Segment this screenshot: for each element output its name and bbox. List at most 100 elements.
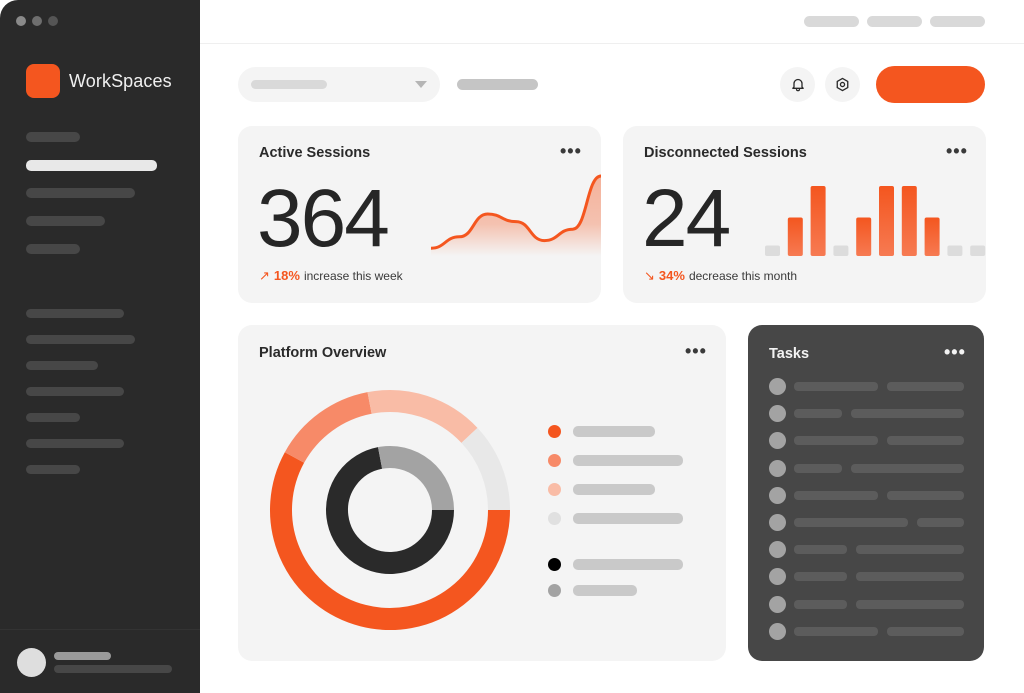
sidebar-item-5[interactable]	[26, 244, 80, 254]
card-title: Active Sessions	[259, 145, 371, 161]
task-meta-placeholder	[856, 572, 964, 582]
notifications-button[interactable]	[780, 67, 815, 102]
sidebar-item-3[interactable]	[26, 188, 135, 198]
platform-overview-outer-ring-slice-2	[284, 392, 372, 464]
window-close-button[interactable]	[16, 16, 26, 26]
more-options-icon[interactable]: •••	[685, 342, 707, 360]
legend-item[interactable]	[548, 483, 655, 496]
sidebar-item-4[interactable]	[26, 216, 105, 226]
sidebar-item-7[interactable]	[26, 335, 135, 344]
legend-item[interactable]	[548, 454, 683, 467]
app-name: WorkSpaces	[69, 70, 172, 91]
logo-icon	[26, 64, 60, 98]
task-checkbox[interactable]	[769, 595, 786, 613]
window-maximize-button[interactable]	[48, 16, 58, 26]
app-logo[interactable]: WorkSpaces	[26, 64, 172, 98]
delta-text: increase this week	[303, 269, 403, 283]
task-item[interactable]	[769, 432, 969, 450]
user-profile[interactable]	[0, 629, 200, 693]
task-checkbox[interactable]	[769, 405, 786, 423]
legend-item[interactable]	[548, 512, 683, 525]
bar-2	[787, 217, 803, 256]
legend-color-dot	[548, 483, 561, 496]
bar-5	[856, 217, 872, 256]
bar-6	[879, 186, 894, 256]
trend-down-icon: ↘	[644, 268, 655, 283]
caret-down-icon	[415, 81, 427, 88]
task-title-placeholder	[794, 409, 842, 419]
task-item[interactable]	[769, 405, 969, 423]
top-link-3[interactable]	[930, 16, 985, 27]
legend-item[interactable]	[548, 584, 637, 597]
task-meta-placeholder	[851, 409, 964, 419]
platform-overview-donut	[270, 390, 510, 630]
active-sessions-card: Active Sessions ••• 364 ↗ 18% increase t…	[238, 126, 601, 303]
active-sessions-sparkline	[431, 174, 601, 256]
task-item[interactable]	[769, 378, 969, 395]
sidebar-item-12[interactable]	[26, 465, 80, 474]
workspace-dropdown[interactable]	[238, 67, 440, 102]
task-title-placeholder	[794, 599, 847, 609]
task-meta-placeholder	[856, 599, 964, 609]
task-checkbox[interactable]	[769, 622, 786, 640]
task-checkbox[interactable]	[769, 459, 786, 477]
more-options-icon[interactable]: •••	[560, 142, 582, 160]
more-options-icon[interactable]: •••	[944, 343, 966, 361]
sidebar-item-9[interactable]	[26, 387, 124, 396]
task-item[interactable]	[769, 459, 969, 477]
dropdown-value-placeholder	[251, 80, 327, 89]
sidebar-item-10[interactable]	[26, 413, 80, 422]
legend-color-dot	[548, 512, 561, 525]
task-checkbox[interactable]	[769, 486, 786, 504]
bar-8	[924, 217, 940, 256]
task-checkbox[interactable]	[769, 514, 786, 531]
legend-color-dot	[548, 454, 561, 467]
task-meta-placeholder	[887, 436, 964, 446]
task-title-placeholder	[794, 572, 847, 582]
task-title-placeholder	[794, 436, 878, 446]
top-link-1[interactable]	[804, 16, 859, 27]
task-title-placeholder	[794, 626, 878, 636]
task-checkbox[interactable]	[769, 568, 786, 586]
task-item[interactable]	[769, 486, 969, 504]
task-item[interactable]	[769, 595, 969, 613]
task-checkbox[interactable]	[769, 541, 786, 559]
platform-overview-outer-ring-slice-3	[367, 390, 478, 444]
task-title-placeholder	[794, 463, 842, 473]
task-item[interactable]	[769, 541, 969, 559]
sidebar-item-1[interactable]	[26, 132, 80, 142]
settings-button[interactable]	[825, 67, 860, 102]
more-options-icon[interactable]: •••	[946, 142, 968, 160]
task-checkbox[interactable]	[769, 432, 786, 450]
task-meta-placeholder	[851, 463, 964, 473]
card-title: Tasks	[769, 346, 810, 362]
sidebar: WorkSpaces	[0, 0, 200, 693]
task-meta-placeholder	[887, 382, 964, 391]
task-item[interactable]	[769, 514, 969, 531]
trend-up-icon: ↗	[259, 268, 270, 283]
bell-icon	[791, 78, 804, 92]
legend-item[interactable]	[548, 558, 683, 571]
task-meta-placeholder	[887, 626, 964, 636]
task-item[interactable]	[769, 568, 969, 586]
bar-10	[970, 245, 986, 256]
sidebar-item-8[interactable]	[26, 361, 98, 370]
sidebar-item-6[interactable]	[26, 309, 124, 318]
breadcrumb-placeholder[interactable]	[457, 79, 538, 90]
task-checkbox[interactable]	[769, 378, 786, 395]
bar-1	[765, 245, 780, 256]
top-link-2[interactable]	[867, 16, 922, 27]
disconnected-sessions-barchart	[765, 186, 986, 256]
legend-label-placeholder	[573, 484, 655, 495]
legend-item[interactable]	[548, 425, 655, 438]
primary-action-button[interactable]	[876, 66, 985, 103]
sidebar-item-2-active[interactable]	[26, 160, 157, 171]
window-minimize-button[interactable]	[32, 16, 42, 26]
sidebar-item-11[interactable]	[26, 439, 124, 448]
task-title-placeholder	[794, 545, 847, 555]
delta-text: decrease this month	[688, 269, 797, 283]
task-item[interactable]	[769, 622, 969, 640]
card-title: Platform Overview	[259, 345, 387, 361]
avatar[interactable]	[17, 648, 46, 677]
active-sessions-delta: ↗ 18% increase this week	[259, 268, 403, 284]
